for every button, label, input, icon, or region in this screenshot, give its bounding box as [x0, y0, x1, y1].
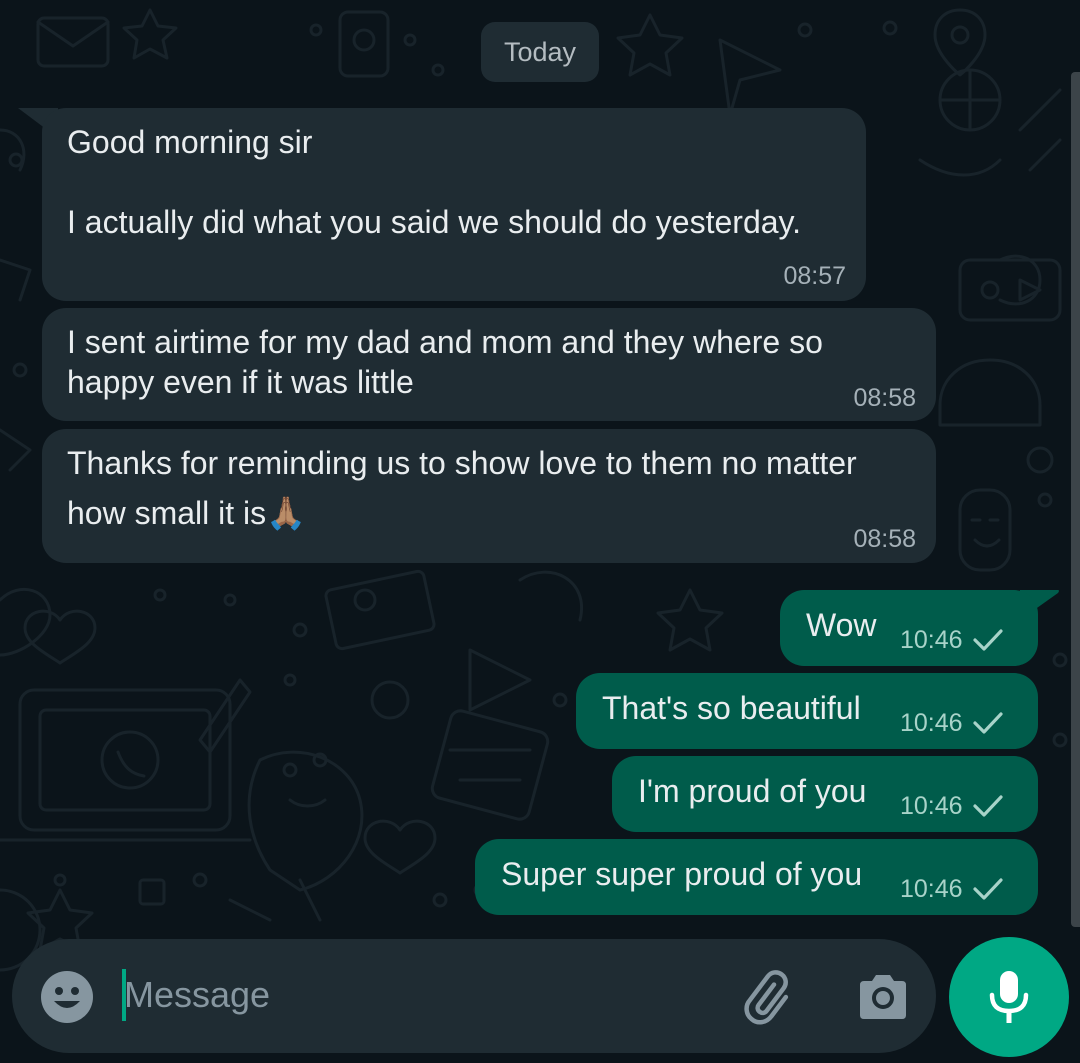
message-composer [12, 939, 936, 1053]
camera-icon[interactable] [855, 969, 911, 1025]
message-time: 08:58 [853, 525, 916, 553]
message-text: I sent airtime for my dad and mom and th… [67, 324, 823, 360]
paperclip-icon[interactable] [742, 969, 802, 1029]
scrollbar[interactable] [1071, 72, 1080, 927]
sent-check-icon [973, 712, 1003, 734]
message-text: Super super proud of you [501, 856, 863, 892]
message-time: 08:58 [853, 384, 916, 412]
message-bubble[interactable]: I sent airtime for my dad and mom and th… [42, 308, 936, 421]
sent-check-icon [973, 795, 1003, 817]
microphone-icon [989, 971, 1029, 1023]
message-time: 10:46 [900, 875, 963, 903]
chat-screen: Today Good morning sir I actually did wh… [0, 0, 1080, 1063]
message-text: Thanks for reminding us to show love to … [67, 445, 857, 481]
message-bubble[interactable]: Wow 10:46 [780, 590, 1038, 666]
message-time: 10:46 [900, 709, 963, 737]
message-input[interactable] [124, 967, 684, 1023]
sent-check-icon [973, 629, 1003, 651]
message-bubble[interactable]: That's so beautiful 10:46 [576, 673, 1038, 749]
message-text: happy even if it was little [67, 364, 414, 400]
message-text: how small it is🙏🏽 [67, 495, 306, 531]
message-time: 10:46 [900, 626, 963, 654]
sent-check-icon [973, 878, 1003, 900]
message-text: That's so beautiful [602, 690, 861, 726]
message-bubble[interactable]: Super super proud of you 10:46 [475, 839, 1038, 915]
message-text: I'm proud of you [638, 773, 867, 809]
message-text: Good morning sir [67, 124, 313, 160]
voice-record-button[interactable] [949, 937, 1069, 1057]
emoji-icon[interactable] [40, 970, 94, 1024]
message-time: 10:46 [900, 792, 963, 820]
date-separator: Today [481, 22, 599, 82]
message-bubble[interactable]: Good morning sir I actually did what you… [42, 108, 866, 301]
message-time: 08:57 [783, 262, 846, 290]
message-text: I actually did what you said we should d… [67, 204, 802, 240]
message-bubble[interactable]: Thanks for reminding us to show love to … [42, 429, 936, 563]
message-bubble[interactable]: I'm proud of you 10:46 [612, 756, 1038, 832]
message-text: Wow [806, 607, 877, 643]
